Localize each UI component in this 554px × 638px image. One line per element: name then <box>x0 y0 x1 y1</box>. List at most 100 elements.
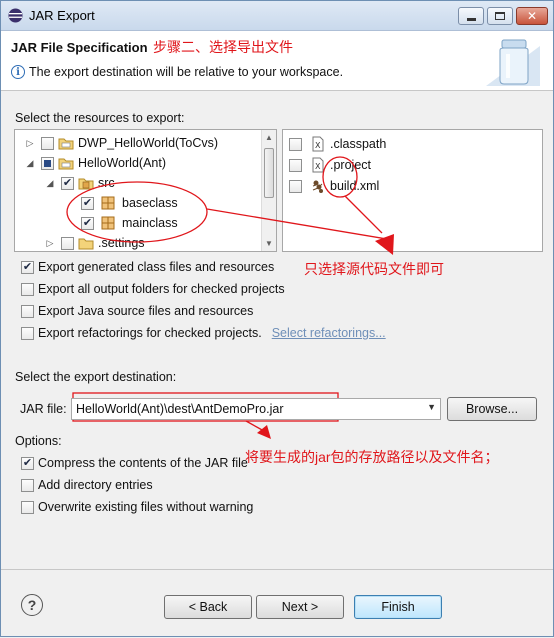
option-label: Export refactorings for checked projects… <box>38 326 262 340</box>
next-button[interactable]: Next > <box>256 595 344 619</box>
info-text: The export destination will be relative … <box>29 65 344 79</box>
file-item-buildxml[interactable]: build.xml <box>289 176 379 196</box>
expand-icon[interactable]: ▷ <box>45 238 55 249</box>
maximize-icon <box>495 12 505 20</box>
tree-item-baseclass[interactable]: ✔ baseclass <box>81 193 178 213</box>
project-tree[interactable]: ▷ DWP_HelloWorld(ToCvs) ◢ HelloWorld(Ant… <box>14 129 277 252</box>
annotation-overlay <box>66 156 394 439</box>
dropdown-arrow-icon[interactable]: ▼ <box>427 402 436 412</box>
scroll-up-icon[interactable]: ▲ <box>265 133 273 142</box>
svg-text:X: X <box>315 162 321 171</box>
option-checkbox[interactable] <box>21 304 34 318</box>
option-checkbox[interactable] <box>21 500 34 514</box>
file-item-classpath[interactable]: X .classpath <box>289 134 386 154</box>
source-folder-icon <box>78 178 94 190</box>
option-label: Export all output folders for checked pr… <box>38 282 285 296</box>
file-item-label: .classpath <box>330 137 387 151</box>
scroll-down-icon[interactable]: ▼ <box>265 239 273 248</box>
file-checkbox[interactable] <box>289 179 302 193</box>
option-checkbox[interactable] <box>21 326 34 340</box>
collapse-icon[interactable]: ◢ <box>25 158 35 169</box>
option-export-class-files[interactable]: ✔ Export generated class files and resou… <box>21 260 274 274</box>
option-directory-entries[interactable]: Add directory entries <box>21 478 153 492</box>
tree-scrollbar[interactable]: ▲ ▼ <box>261 130 276 251</box>
xml-file-icon: X <box>312 136 324 152</box>
file-item-label: build.xml <box>330 179 380 193</box>
tree-checkbox[interactable] <box>41 156 54 170</box>
tree-item-label: mainclass <box>122 216 178 230</box>
tree-checkbox[interactable] <box>61 236 74 250</box>
tree-item-dwp[interactable]: ▷ DWP_HelloWorld(ToCvs) <box>25 133 219 153</box>
option-compress[interactable]: ✔ Compress the contents of the JAR file <box>21 456 248 470</box>
svg-text:X: X <box>315 141 321 150</box>
eclipse-icon <box>8 8 23 23</box>
package-icon <box>101 216 115 230</box>
file-list[interactable]: X .classpath X .project build.xml <box>282 129 543 252</box>
project-folder-icon <box>58 158 74 170</box>
option-label: Add directory entries <box>38 478 153 492</box>
option-label: Export Java source files and resources <box>38 304 254 318</box>
option-overwrite[interactable]: Overwrite existing files without warning <box>21 500 253 514</box>
option-export-refactorings[interactable]: Export refactorings for checked projects… <box>21 326 386 340</box>
finish-button[interactable]: Finish <box>354 595 442 619</box>
jar-icon <box>486 39 540 86</box>
tree-checkbox[interactable]: ✔ <box>81 216 94 230</box>
collapse-icon[interactable]: ◢ <box>45 178 55 189</box>
select-refactorings-link[interactable]: Select refactorings... <box>272 326 386 340</box>
file-checkbox[interactable] <box>289 158 302 172</box>
minimize-button[interactable] <box>458 7 484 25</box>
tree-item-label: src <box>98 176 115 190</box>
option-label: Export generated class files and resourc… <box>38 260 275 274</box>
jar-file-label: JAR file: <box>20 402 67 416</box>
info-icon: i <box>11 65 25 79</box>
close-button[interactable]: ✕ <box>516 7 548 25</box>
step-annotation: 步骤二、选择导出文件 <box>153 39 293 55</box>
project-folder-icon <box>58 138 74 150</box>
option-export-output-folders[interactable]: Export all output folders for checked pr… <box>21 282 285 296</box>
option-label: Overwrite existing files without warning <box>38 500 254 514</box>
ant-file-icon <box>312 180 323 193</box>
options-label: Options: <box>15 434 62 448</box>
package-icon <box>101 196 115 210</box>
destination-label: Select the export destination: <box>15 370 177 384</box>
info-message: i The export destination will be relativ… <box>11 65 343 79</box>
resources-label: Select the resources to export: <box>15 111 185 125</box>
tree-item-label: HelloWorld(Ant) <box>78 156 166 170</box>
option-checkbox[interactable]: ✔ <box>21 456 34 470</box>
jar-file-value: HelloWorld(Ant)\dest\AntDemoPro.jar <box>76 402 284 416</box>
file-item-project[interactable]: X .project <box>289 155 371 175</box>
option-checkbox[interactable] <box>21 282 34 296</box>
jar-file-combo[interactable]: HelloWorld(Ant)\dest\AntDemoPro.jar ▼ <box>71 398 441 420</box>
window-title: JAR Export <box>29 8 95 23</box>
tree-checkbox[interactable] <box>41 136 54 150</box>
destination-annotation: 将要生成的jar包的存放路径以及文件名； <box>245 449 499 465</box>
tree-item-label: DWP_HelloWorld(ToCvs) <box>78 136 219 150</box>
tree-checkbox[interactable]: ✔ <box>61 176 74 190</box>
tree-item-helloworld[interactable]: ◢ HelloWorld(Ant) <box>25 153 166 173</box>
tree-checkbox[interactable]: ✔ <box>81 196 94 210</box>
tree-item-settings[interactable]: ▷ .settings <box>45 233 145 253</box>
option-checkbox[interactable]: ✔ <box>21 260 34 274</box>
jar-export-dialog: JAR Export ✕ JAR File Specification 步骤二、… <box>0 0 554 637</box>
footer-divider <box>1 569 553 570</box>
close-icon: ✕ <box>526 9 538 23</box>
option-checkbox[interactable] <box>21 478 34 492</box>
wizard-header: JAR File Specification 步骤二、选择导出文件 i The … <box>1 31 553 91</box>
title-bar[interactable]: JAR Export ✕ <box>1 1 553 31</box>
option-label: Compress the contents of the JAR file <box>38 456 248 470</box>
file-checkbox[interactable] <box>289 137 302 151</box>
minimize-icon <box>466 17 476 21</box>
maximize-button[interactable] <box>487 7 513 25</box>
file-item-label: .project <box>330 158 371 172</box>
expand-icon[interactable]: ▷ <box>25 138 35 149</box>
folder-icon <box>78 238 94 250</box>
page-title: JAR File Specification <box>11 40 148 55</box>
back-button[interactable]: < Back <box>164 595 252 619</box>
scroll-thumb[interactable] <box>264 148 274 198</box>
tree-item-label: baseclass <box>122 196 178 210</box>
tree-item-mainclass[interactable]: ✔ mainclass <box>81 213 178 233</box>
browse-button[interactable]: Browse... <box>447 397 537 421</box>
option-export-java-source[interactable]: Export Java source files and resources <box>21 304 253 318</box>
tree-item-src[interactable]: ◢ ✔ src <box>45 173 115 193</box>
help-icon[interactable]: ? <box>21 594 43 616</box>
